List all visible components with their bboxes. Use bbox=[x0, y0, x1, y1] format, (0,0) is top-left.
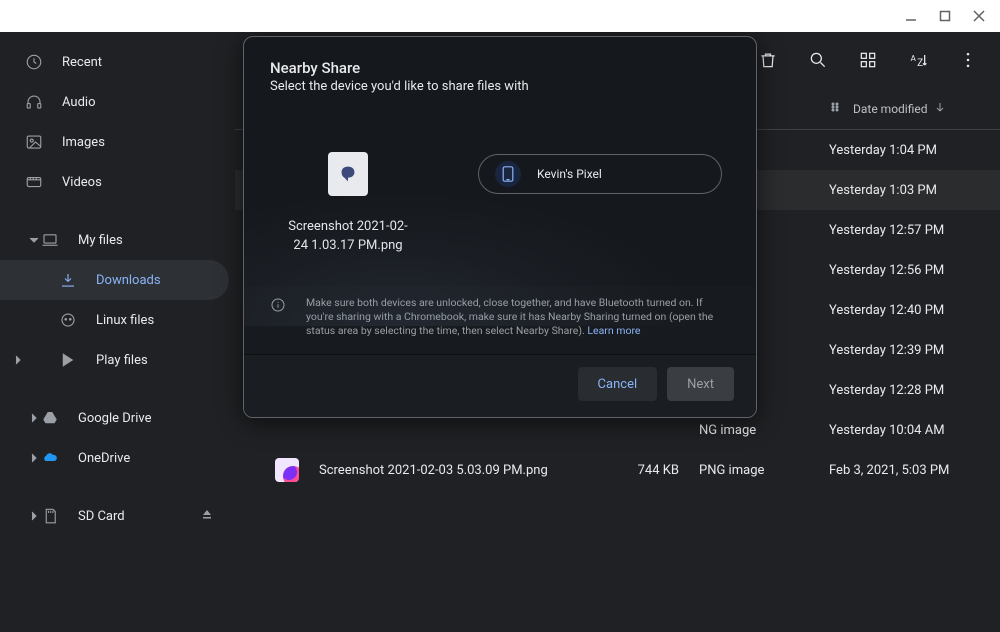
sidebar-item-recent[interactable]: Recent bbox=[0, 42, 229, 82]
chevron-right-icon[interactable] bbox=[26, 450, 42, 466]
sidebar-item-downloads[interactable]: Downloads bbox=[0, 260, 229, 300]
file-date-cell: Yesterday 12:39 PM bbox=[829, 343, 984, 358]
file-name-cell: Screenshot 2021-02-03 5.03.09 PM.png bbox=[319, 463, 609, 478]
linux-icon bbox=[58, 310, 78, 330]
sidebar-item-label: Images bbox=[62, 135, 105, 150]
sidebar-item-label: Play files bbox=[96, 353, 148, 368]
cancel-button[interactable]: Cancel bbox=[578, 367, 658, 401]
file-date-cell: Yesterday 12:28 PM bbox=[829, 383, 984, 398]
column-date-label: Date modified bbox=[853, 102, 928, 116]
file-name-label: Screenshot 2021-02-24 1.03.17 PM.png bbox=[288, 218, 408, 256]
file-thumbnail bbox=[275, 458, 299, 482]
sidebar-item-images[interactable]: Images bbox=[0, 122, 229, 162]
more-menu-button[interactable] bbox=[948, 40, 988, 80]
sidebar-item-label: Videos bbox=[62, 175, 102, 190]
device-option[interactable]: Kevin's Pixel bbox=[478, 154, 722, 194]
column-date-modified[interactable]: Date modified bbox=[829, 101, 984, 116]
svg-text:A: A bbox=[911, 54, 917, 64]
sidebar-item-linux-files[interactable]: Linux files bbox=[0, 300, 229, 340]
sidebar-item-sd-card[interactable]: SD Card bbox=[0, 496, 229, 536]
dialog-subtitle: Select the device you'd like to share fi… bbox=[270, 79, 730, 94]
video-icon bbox=[24, 172, 44, 192]
sidebar-item-label: Audio bbox=[62, 95, 95, 110]
dialog-info-text: Make sure both devices are unlocked, clo… bbox=[306, 296, 713, 337]
sidebar-item-label: OneDrive bbox=[78, 451, 130, 466]
dialog-title: Nearby Share bbox=[270, 59, 730, 77]
image-icon bbox=[24, 132, 44, 152]
sidebar-item-label: Google Drive bbox=[78, 411, 151, 426]
play-icon bbox=[58, 350, 78, 370]
file-date-cell: Yesterday 10:04 AM bbox=[829, 423, 984, 438]
file-type-cell: NG image bbox=[699, 423, 829, 438]
sort-descending-icon bbox=[934, 101, 946, 116]
window-minimize-button[interactable] bbox=[896, 4, 926, 28]
clock-icon bbox=[24, 52, 44, 72]
download-icon bbox=[58, 270, 78, 290]
sidebar-item-onedrive[interactable]: OneDrive bbox=[0, 438, 229, 478]
sidebar-item-google-drive[interactable]: Google Drive bbox=[0, 398, 229, 438]
view-grid-button[interactable] bbox=[848, 40, 888, 80]
sidebar-item-label: Linux files bbox=[96, 313, 154, 328]
chevron-right-icon[interactable] bbox=[26, 508, 42, 524]
sidebar: Recent Audio Images Videos My files bbox=[0, 32, 235, 632]
dialog-info-panel: Make sure both devices are unlocked, clo… bbox=[244, 286, 756, 355]
sidebar-item-my-files[interactable]: My files bbox=[0, 220, 229, 260]
sidebar-item-videos[interactable]: Videos bbox=[0, 162, 229, 202]
next-button[interactable]: Next bbox=[667, 367, 734, 401]
table-row[interactable]: Screenshot 2021-02-03 5.03.09 PM.png744 … bbox=[235, 450, 1000, 490]
search-button[interactable] bbox=[798, 40, 838, 80]
sidebar-item-label: My files bbox=[78, 233, 123, 248]
sort-button[interactable]: AZ bbox=[898, 40, 938, 80]
sd-card-icon bbox=[40, 506, 60, 526]
svg-text:Z: Z bbox=[917, 58, 923, 69]
chevron-down-icon[interactable] bbox=[26, 232, 42, 248]
nearby-share-dialog: Nearby Share Select the device you'd lik… bbox=[243, 36, 757, 418]
sidebar-item-play-files[interactable]: Play files bbox=[0, 340, 229, 380]
file-date-cell: Yesterday 12:57 PM bbox=[829, 223, 984, 238]
sidebar-item-label: Recent bbox=[62, 55, 102, 70]
sidebar-item-audio[interactable]: Audio bbox=[0, 82, 229, 122]
file-thumbnail bbox=[328, 152, 368, 196]
chevron-right-icon[interactable] bbox=[10, 352, 26, 368]
info-icon bbox=[270, 296, 290, 339]
file-date-cell: Yesterday 12:56 PM bbox=[829, 263, 984, 278]
headphones-icon bbox=[24, 92, 44, 112]
sidebar-item-label: Downloads bbox=[96, 273, 161, 288]
window-maximize-button[interactable] bbox=[930, 4, 960, 28]
learn-more-link[interactable]: Learn more bbox=[587, 324, 640, 337]
phone-icon bbox=[495, 161, 521, 187]
onedrive-icon bbox=[40, 448, 60, 468]
file-date-cell: Yesterday 1:04 PM bbox=[829, 143, 984, 158]
eject-icon[interactable] bbox=[201, 508, 213, 524]
chevron-right-icon[interactable] bbox=[26, 410, 42, 426]
device-name-label: Kevin's Pixel bbox=[537, 167, 602, 181]
file-type-cell: PNG image bbox=[699, 463, 829, 478]
file-size-cell: 744 KB bbox=[609, 463, 699, 478]
google-drive-icon bbox=[40, 408, 60, 428]
file-date-cell: Feb 3, 2021, 5:03 PM bbox=[829, 463, 984, 478]
laptop-icon bbox=[40, 230, 60, 250]
file-date-cell: Yesterday 12:40 PM bbox=[829, 303, 984, 318]
sidebar-item-label: SD Card bbox=[78, 509, 125, 524]
file-date-cell: Yesterday 1:03 PM bbox=[829, 183, 984, 198]
window-titlebar bbox=[0, 0, 1000, 32]
column-resize-handle-icon[interactable] bbox=[829, 101, 841, 116]
window-close-button[interactable] bbox=[964, 4, 994, 28]
